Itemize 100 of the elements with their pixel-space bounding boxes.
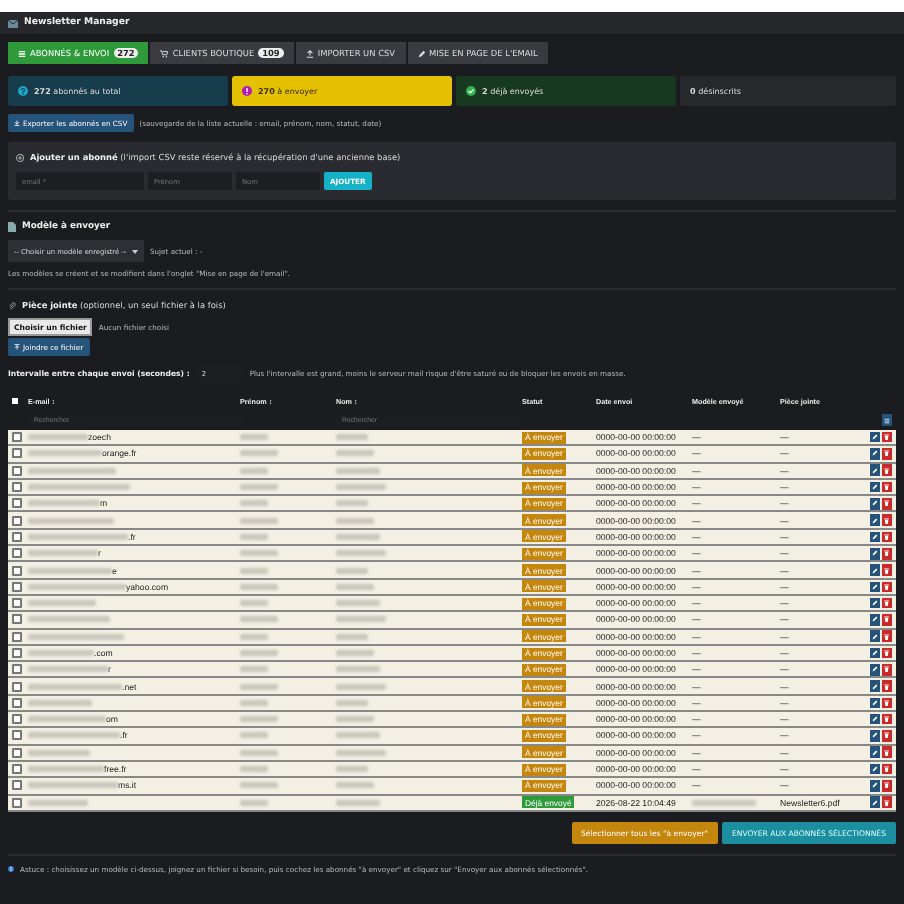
edit-button[interactable] [870,448,880,460]
pencil-icon [872,567,878,574]
delete-button[interactable] [882,581,892,593]
pencil-icon [872,550,878,557]
pencil-icon [417,49,426,57]
delete-button[interactable] [882,630,892,642]
row-checkbox[interactable] [12,648,22,658]
trash-icon [884,467,890,474]
blurred-text [336,766,368,773]
delete-button[interactable] [882,713,892,725]
edit-button[interactable] [870,647,880,659]
edit-button[interactable] [870,431,880,443]
edit-button[interactable] [870,464,880,477]
delete-button[interactable] [882,597,892,609]
row-checkbox[interactable] [12,498,22,509]
row-checkbox[interactable] [12,548,22,559]
edit-button[interactable] [870,763,880,775]
delete-button[interactable] [882,614,892,626]
row-checkbox[interactable] [12,565,22,576]
blurred-text [336,583,374,590]
edit-button[interactable] [870,630,880,642]
row-checkbox[interactable] [12,797,22,808]
cart-icon [160,49,169,57]
delete-button[interactable] [882,531,892,543]
row-checkbox[interactable] [12,697,22,708]
blurred-text [336,484,386,491]
delete-button[interactable] [882,697,892,709]
edit-button[interactable] [870,746,880,759]
blurred-text [28,666,108,673]
pencil-icon [872,799,878,806]
delete-button[interactable] [882,680,892,692]
delete-button[interactable] [882,730,892,742]
edit-button[interactable] [870,664,880,676]
blurred-text [28,567,112,574]
row-checkbox[interactable] [12,747,22,758]
delete-button[interactable] [882,448,892,460]
trash-icon [884,699,890,706]
pencil-icon [872,666,878,673]
delete-button[interactable] [882,664,892,676]
row-checkbox[interactable] [12,714,22,725]
delete-button[interactable] [882,780,892,792]
blurred-text [28,500,100,507]
row-checkbox[interactable] [12,581,22,592]
pencil-icon [872,600,878,607]
row-checkbox[interactable] [12,432,22,443]
select-all-checkbox[interactable] [12,397,19,405]
blurred-text [336,799,380,806]
delete-button[interactable] [882,498,892,510]
row-checkbox[interactable] [12,730,22,741]
delete-button[interactable] [882,481,892,493]
blurred-text [336,683,386,690]
row-checkbox[interactable] [12,614,22,625]
blurred-text [28,484,130,491]
row-checkbox[interactable] [12,681,22,692]
edit-button[interactable] [870,498,880,510]
edit-button[interactable] [870,614,880,626]
delete-button[interactable] [882,431,892,443]
edit-button[interactable] [870,597,880,609]
edit-button[interactable] [870,796,880,808]
edit-button[interactable] [870,547,880,560]
row-checkbox[interactable] [12,465,22,476]
delete-button[interactable] [882,746,892,759]
trash-icon [884,732,890,739]
columns-button[interactable] [882,414,892,426]
blurred-text [28,732,120,739]
caret-icon [132,249,138,253]
edit-button[interactable] [870,564,880,576]
row-checkbox[interactable] [12,482,22,493]
pencil-icon [872,500,878,507]
blurred-text [28,550,98,557]
delete-button[interactable] [882,514,892,526]
edit-button[interactable] [870,730,880,742]
blurred-text [240,600,268,607]
edit-button[interactable] [870,481,880,493]
row-checkbox[interactable] [12,448,22,459]
delete-button[interactable] [882,564,892,576]
delete-button[interactable] [882,547,892,560]
edit-button[interactable] [870,680,880,692]
row-checkbox[interactable] [12,631,22,642]
blurred-text [240,467,268,474]
edit-button[interactable] [870,514,880,526]
delete-button[interactable] [882,647,892,659]
trash-icon [884,716,890,723]
pencil-icon [872,450,878,457]
delete-button[interactable] [882,796,892,808]
row-checkbox[interactable] [12,764,22,775]
row-checkbox[interactable] [12,664,22,675]
blurred-text [240,732,268,739]
delete-button[interactable] [882,464,892,477]
row-checkbox[interactable] [12,598,22,609]
edit-button[interactable] [870,697,880,709]
edit-button[interactable] [870,780,880,792]
edit-button[interactable] [870,581,880,593]
row-checkbox[interactable] [12,531,22,542]
edit-button[interactable] [870,531,880,543]
row-checkbox[interactable] [12,515,22,526]
row-checkbox[interactable] [12,780,22,791]
blurred-text [240,533,268,540]
edit-button[interactable] [870,713,880,725]
delete-button[interactable] [882,763,892,775]
